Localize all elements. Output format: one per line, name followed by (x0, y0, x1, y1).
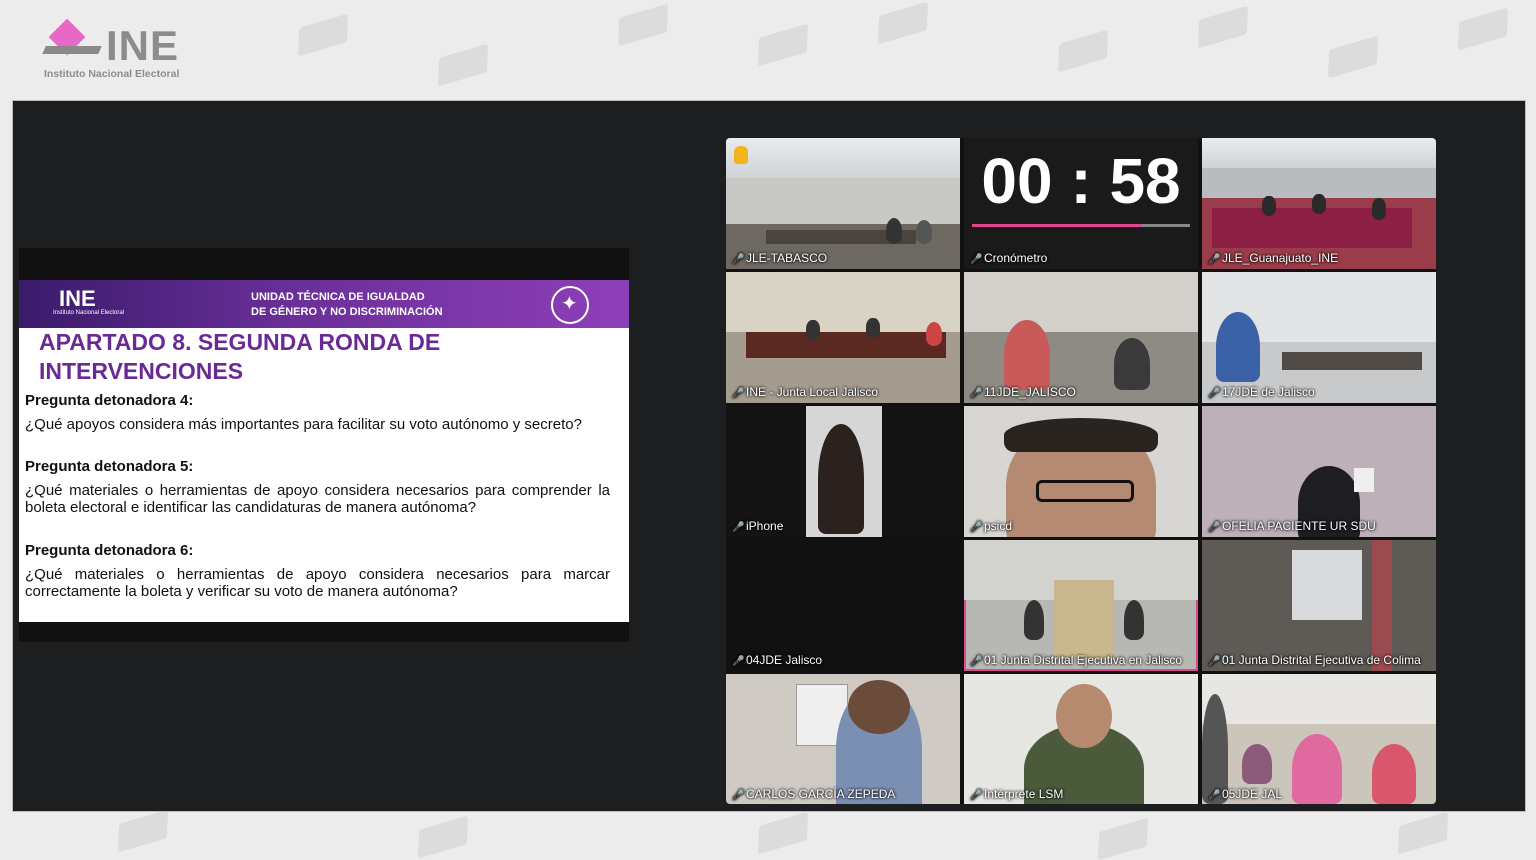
participant-tile[interactable]: 🎤 JLE-TABASCO (726, 138, 960, 269)
participant-tile[interactable]: 🎤 psicd (964, 406, 1198, 537)
participant-tile[interactable]: 🎤 INE - Junta Local Jalisco (726, 272, 960, 403)
timer-tile[interactable]: 00 : 58 🎤 Cronómetro (964, 138, 1198, 269)
mic-muted-icon: 🎤 (732, 253, 745, 265)
mic-muted-icon: 🎤 (1208, 521, 1221, 533)
question-6-heading: Pregunta detonadora 6: (25, 542, 194, 559)
mic-muted-icon: 🎤 (1208, 655, 1221, 667)
logo-subtitle: Instituto Nacional Electoral (44, 68, 180, 80)
timer-display: 00 : 58 (981, 145, 1181, 217)
slide-ine-subtitle: Instituto Nacional Electoral (53, 310, 125, 316)
mic-muted-icon: 🎤 (970, 789, 983, 801)
participant-label: 🎤 Intérprete LSM (970, 787, 1064, 801)
participant-tile[interactable]: 🎤 05JDE JAL (1202, 674, 1436, 804)
mic-muted-icon: 🎤 (1208, 387, 1221, 399)
participant-tile[interactable]: 🎤 CARLOS GARCÍA ZEPEDA (726, 674, 960, 804)
mic-muted-icon: 🎤 (970, 655, 983, 667)
timer-progress-fill (972, 224, 1143, 227)
participant-tile[interactable]: 🎤 Intérprete LSM (964, 674, 1198, 804)
participant-tile[interactable]: 🎤 OFELIA PACIENTE UR SDU (1202, 406, 1436, 537)
participant-tile[interactable]: 🎤 17JDE de Jalisco (1202, 272, 1436, 403)
timer-progress-bar (972, 224, 1190, 227)
participant-label: 🎤 04JDE Jalisco (732, 653, 823, 667)
participant-label: 🎤 01 Junta Distrital Ejecutiva en Jalisco (970, 653, 1183, 667)
slide-ine-logo: INE (59, 286, 96, 311)
mic-muted-icon: 🎤 (1208, 253, 1221, 265)
presentation-slide: INE Instituto Nacional Electoral UNIDAD … (19, 248, 629, 642)
question-5-heading: Pregunta detonadora 5: (25, 458, 194, 475)
participant-label: 🎤 OFELIA PACIENTE UR SDU (1208, 519, 1376, 533)
broadcast-stage: INE Instituto Nacional Electoral UNIDAD … (12, 100, 1526, 812)
participant-tile[interactable]: 🎤 iPhone (726, 406, 960, 537)
unit-line-2: DE GÉNERO Y NO DISCRIMINACIÓN (251, 306, 443, 318)
mic-muted-icon: 🎤 (970, 253, 983, 265)
unit-line-1: UNIDAD TÉCNICA DE IGUALDAD (251, 291, 425, 303)
participant-label: 🎤 11JDE_JALISCO (970, 385, 1076, 399)
mic-muted-icon: 🎤 (1208, 789, 1221, 801)
participant-label: 🎤 INE - Junta Local Jalisco (732, 385, 879, 399)
participant-tile[interactable]: 🎤 11JDE_JALISCO (964, 272, 1198, 403)
video-grid: 🎤 JLE-TABASCO 00 : 58 🎤 Cronómetro 🎤 JLE_Gu… (726, 138, 1436, 804)
logo-text: INE (106, 22, 180, 69)
participant-tile-active-speaker[interactable]: 🎤 01 Junta Distrital Ejecutiva en Jalisco (964, 540, 1198, 671)
mic-muted-icon: 🎤 (970, 387, 983, 399)
question-4-text: ¿Qué apoyos considera más importantes pa… (25, 416, 582, 433)
slide-content: INE Instituto Nacional Electoral UNIDAD … (19, 280, 629, 622)
participant-tile[interactable]: 🎤 01 Junta Distrital Ejecutiva de Colima (1202, 540, 1436, 671)
participant-label: 🎤 JLE-TABASCO (732, 251, 828, 265)
mic-muted-icon: 🎤 (732, 387, 745, 399)
participant-label: 🎤 01 Junta Distrital Ejecutiva de Colima (1208, 653, 1421, 667)
slide-header: INE Instituto Nacional Electoral UNIDAD … (19, 280, 629, 328)
question-4-heading: Pregunta detonadora 4: (25, 392, 194, 409)
participant-label: 🎤 iPhone (732, 519, 784, 533)
raised-hand-icon (734, 146, 748, 164)
participant-label: 🎤 05JDE JAL (1208, 787, 1283, 801)
participant-tile[interactable]: 🎤 JLE_Guanajuato_INE (1202, 138, 1436, 269)
mic-muted-icon: 🎤 (970, 521, 983, 533)
participant-label: 🎤 JLE_Guanajuato_INE (1208, 251, 1339, 265)
participant-label: 🎤 psicd (970, 519, 1013, 533)
mic-muted-icon: 🎤 (732, 655, 745, 667)
question-6-text: ¿Qué materiales o herramientas de apoyo … (25, 566, 610, 600)
participant-tile[interactable]: 🎤 04JDE Jalisco (726, 540, 960, 671)
mic-muted-icon: 🎤 (732, 789, 745, 801)
slide-unit-name: UNIDAD TÉCNICA DE IGUALDAD DE GÉNERO Y N… (251, 290, 443, 320)
question-5-text: ¿Qué materiales o herramientas de apoyo … (25, 482, 610, 516)
ine-logo: INE Instituto Nacional Electoral (42, 18, 232, 82)
unit-emblem-icon (551, 286, 589, 324)
mic-muted-icon: 🎤 (732, 521, 745, 533)
slide-title: APARTADO 8. SEGUNDA RONDA DE INTERVENCIO… (39, 329, 441, 384)
participant-label: 🎤 CARLOS GARCÍA ZEPEDA (732, 787, 896, 801)
ballot-box-icon (42, 46, 102, 54)
participant-label: 🎤 17JDE de Jalisco (1208, 385, 1315, 399)
participant-label: 🎤 Cronómetro (970, 251, 1048, 265)
